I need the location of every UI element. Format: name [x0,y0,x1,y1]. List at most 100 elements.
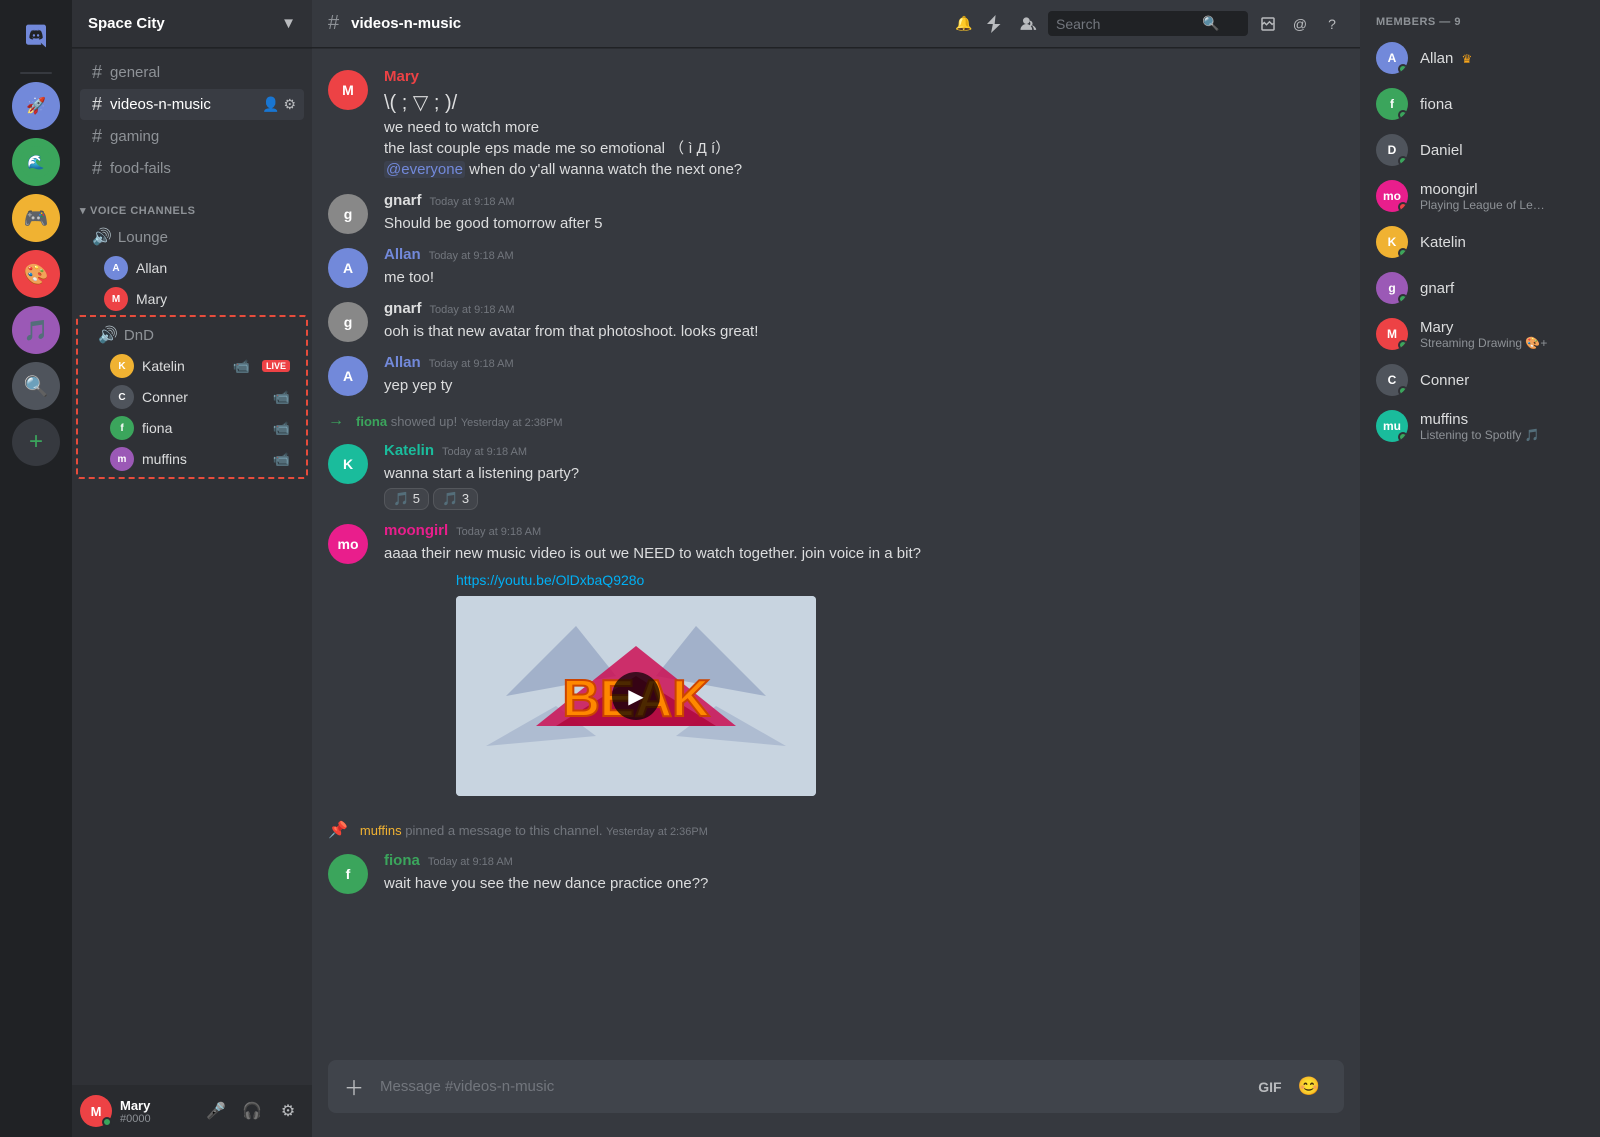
channel-name-food: food-fails [110,160,171,177]
status-dot-allan [1398,64,1408,74]
msg-username-allan-2[interactable]: Allan [384,354,421,371]
channel-gaming[interactable]: # gaming [80,121,304,152]
system-text-pinned: muffins pinned a message to this channel… [360,823,708,838]
msg-text-emoji: \( ; ▽ ; )/ [384,89,1344,117]
server-icon-space[interactable]: 🚀 [12,82,60,130]
user-settings-button[interactable]: ⚙ [272,1095,304,1127]
chat-input[interactable] [372,1066,1258,1107]
server-icon-search[interactable]: 🔍 [12,362,60,410]
help-button[interactable]: ? [1320,12,1344,36]
channel-general[interactable]: # general [80,57,304,88]
video-play-button[interactable]: ▶ [612,672,660,720]
microphone-button[interactable]: 🎤 [200,1095,232,1127]
gif-button[interactable]: GIF [1258,1067,1289,1107]
server-header[interactable]: Space City ▼ [72,0,312,48]
member-avatar-allan: A [1376,42,1408,74]
member-item-daniel[interactable]: D Daniel [1368,128,1592,172]
message-group-fiona-1: f fiona Today at 9:18 AM wait have you s… [312,848,1360,898]
member-item-katelin[interactable]: K Katelin [1368,220,1592,264]
avatar-katelin-1: K [328,444,368,484]
add-member-icon[interactable]: 👤 [262,96,279,113]
speaker-icon: 🔊 [92,227,112,247]
voice-channel-dnd[interactable]: 🔊 DnD [86,320,298,350]
member-name-moongirl: moongirl [1420,181,1584,198]
member-item-muffins[interactable]: mu muffins Listening to Spotify 🎵 [1368,404,1592,448]
channel-food-fails[interactable]: # food-fails [80,153,304,184]
search-input[interactable] [1056,16,1196,32]
msg-username-mary-1[interactable]: Mary [384,68,419,85]
muffins-link[interactable]: muffins [360,823,402,838]
fiona-avatar-inner: f [110,416,134,440]
member-name-daniel: Daniel [1420,142,1584,159]
discord-logo[interactable] [12,12,60,60]
channel-name-gaming: gaming [110,128,159,145]
member-item-conner[interactable]: C Conner [1368,358,1592,402]
server-icon-s2[interactable]: 🌊 [12,138,60,186]
msg-username-moongirl[interactable]: moongirl [384,522,448,539]
fiona-avatar: f [110,416,134,440]
msg-username-allan-1[interactable]: Allan [384,246,421,263]
msg-time-moongirl: Today at 9:18 AM [456,526,541,538]
add-attachment-button[interactable]: ＋ [344,1060,372,1113]
voice-category-header[interactable]: ▾ VOICE CHANNELS [72,188,312,221]
voice-member-conner[interactable]: C Conner 📹 [86,382,298,412]
server-header-chevron[interactable]: ▼ [281,15,296,32]
message-group-gnarf-1: g gnarf Today at 9:18 AM Should be good … [312,188,1360,238]
msg-time-allan-2: Today at 9:18 AM [429,358,514,370]
katelin-avatar: K [110,354,134,378]
server-list: 🚀 🌊 🎮 🎨 🎵 🔍 + [0,0,72,1137]
notification-bell-button[interactable]: 🔔 [952,12,976,36]
conner-name: Conner [142,389,265,405]
member-item-moongirl[interactable]: mo moongirl Playing League of Legends 🎮 [1368,174,1592,218]
reactions-katelin-1: 🎵 5 🎵 3 [384,488,1344,510]
user-panel-icons: 🎤 🎧 ⚙ [200,1095,304,1127]
boost-button[interactable] [984,12,1008,36]
chat-hash-icon: # [328,12,339,35]
server-icon-s5[interactable]: 🎵 [12,306,60,354]
voice-member-muffins[interactable]: m muffins 📹 [86,444,298,474]
muffins-avatar-inner: m [110,447,134,471]
server-icon-s3[interactable]: 🎮 [12,194,60,242]
voice-member-mary[interactable]: M Mary [80,284,304,314]
emoji-button[interactable]: 😊 [1298,1064,1328,1109]
members-toggle-button[interactable] [1016,12,1040,36]
at-mention-button[interactable]: @ [1288,12,1312,36]
member-item-fiona[interactable]: f fiona [1368,82,1592,126]
voice-member-fiona[interactable]: f fiona 📹 [86,413,298,443]
avatar-allan-1: A [328,248,368,288]
video-link[interactable]: https://youtu.be/OlDxbaQ928o [456,572,816,588]
voice-channel-lounge[interactable]: 🔊 Lounge [80,222,304,252]
hash-icon: # [92,126,102,147]
settings-icon[interactable]: ⚙ [283,96,296,113]
lounge-label: Lounge [118,229,168,246]
reaction-music-2[interactable]: 🎵 3 [433,488,478,510]
status-dot-moongirl [1398,202,1408,212]
channel-name-general: general [110,64,160,81]
channel-videos-n-music[interactable]: # videos-n-music 👤 ⚙ [80,89,304,120]
reaction-music-1[interactable]: 🎵 5 [384,488,429,510]
msg-username-fiona-1[interactable]: fiona [384,852,420,869]
member-item-gnarf[interactable]: g gnarf [1368,266,1592,310]
voice-category-chevron: ▾ [80,204,86,217]
fiona-name: fiona [142,420,265,436]
inbox-button[interactable] [1256,12,1280,36]
voice-category-label: VOICE CHANNELS [90,205,195,217]
headphone-button[interactable]: 🎧 [236,1095,268,1127]
server-icon-s4[interactable]: 🎨 [12,250,60,298]
voice-member-katelin[interactable]: K Katelin 📹 LIVE [86,351,298,381]
user-status-dot [102,1117,112,1127]
member-avatar-fiona: f [1376,88,1408,120]
avatar-gnarf-2: g [328,302,368,342]
camera-icon-fiona: 📹 [273,420,290,437]
member-item-allan[interactable]: A Allan ♛ [1368,36,1592,80]
video-thumbnail[interactable]: BEAK ▶ [456,596,816,796]
msg-username-gnarf-1[interactable]: gnarf [384,192,422,209]
msg-username-katelin-1[interactable]: Katelin [384,442,434,459]
member-item-mary-sidebar[interactable]: M Mary Streaming Drawing 🎨+ [1368,312,1592,356]
allan-name: Allan [136,260,167,276]
msg-username-gnarf-2[interactable]: gnarf [384,300,422,317]
voice-member-allan[interactable]: A Allan [80,253,304,283]
member-avatar-conner: C [1376,364,1408,396]
add-server-button[interactable]: + [12,418,60,466]
pin-icon: 📌 [328,820,348,840]
